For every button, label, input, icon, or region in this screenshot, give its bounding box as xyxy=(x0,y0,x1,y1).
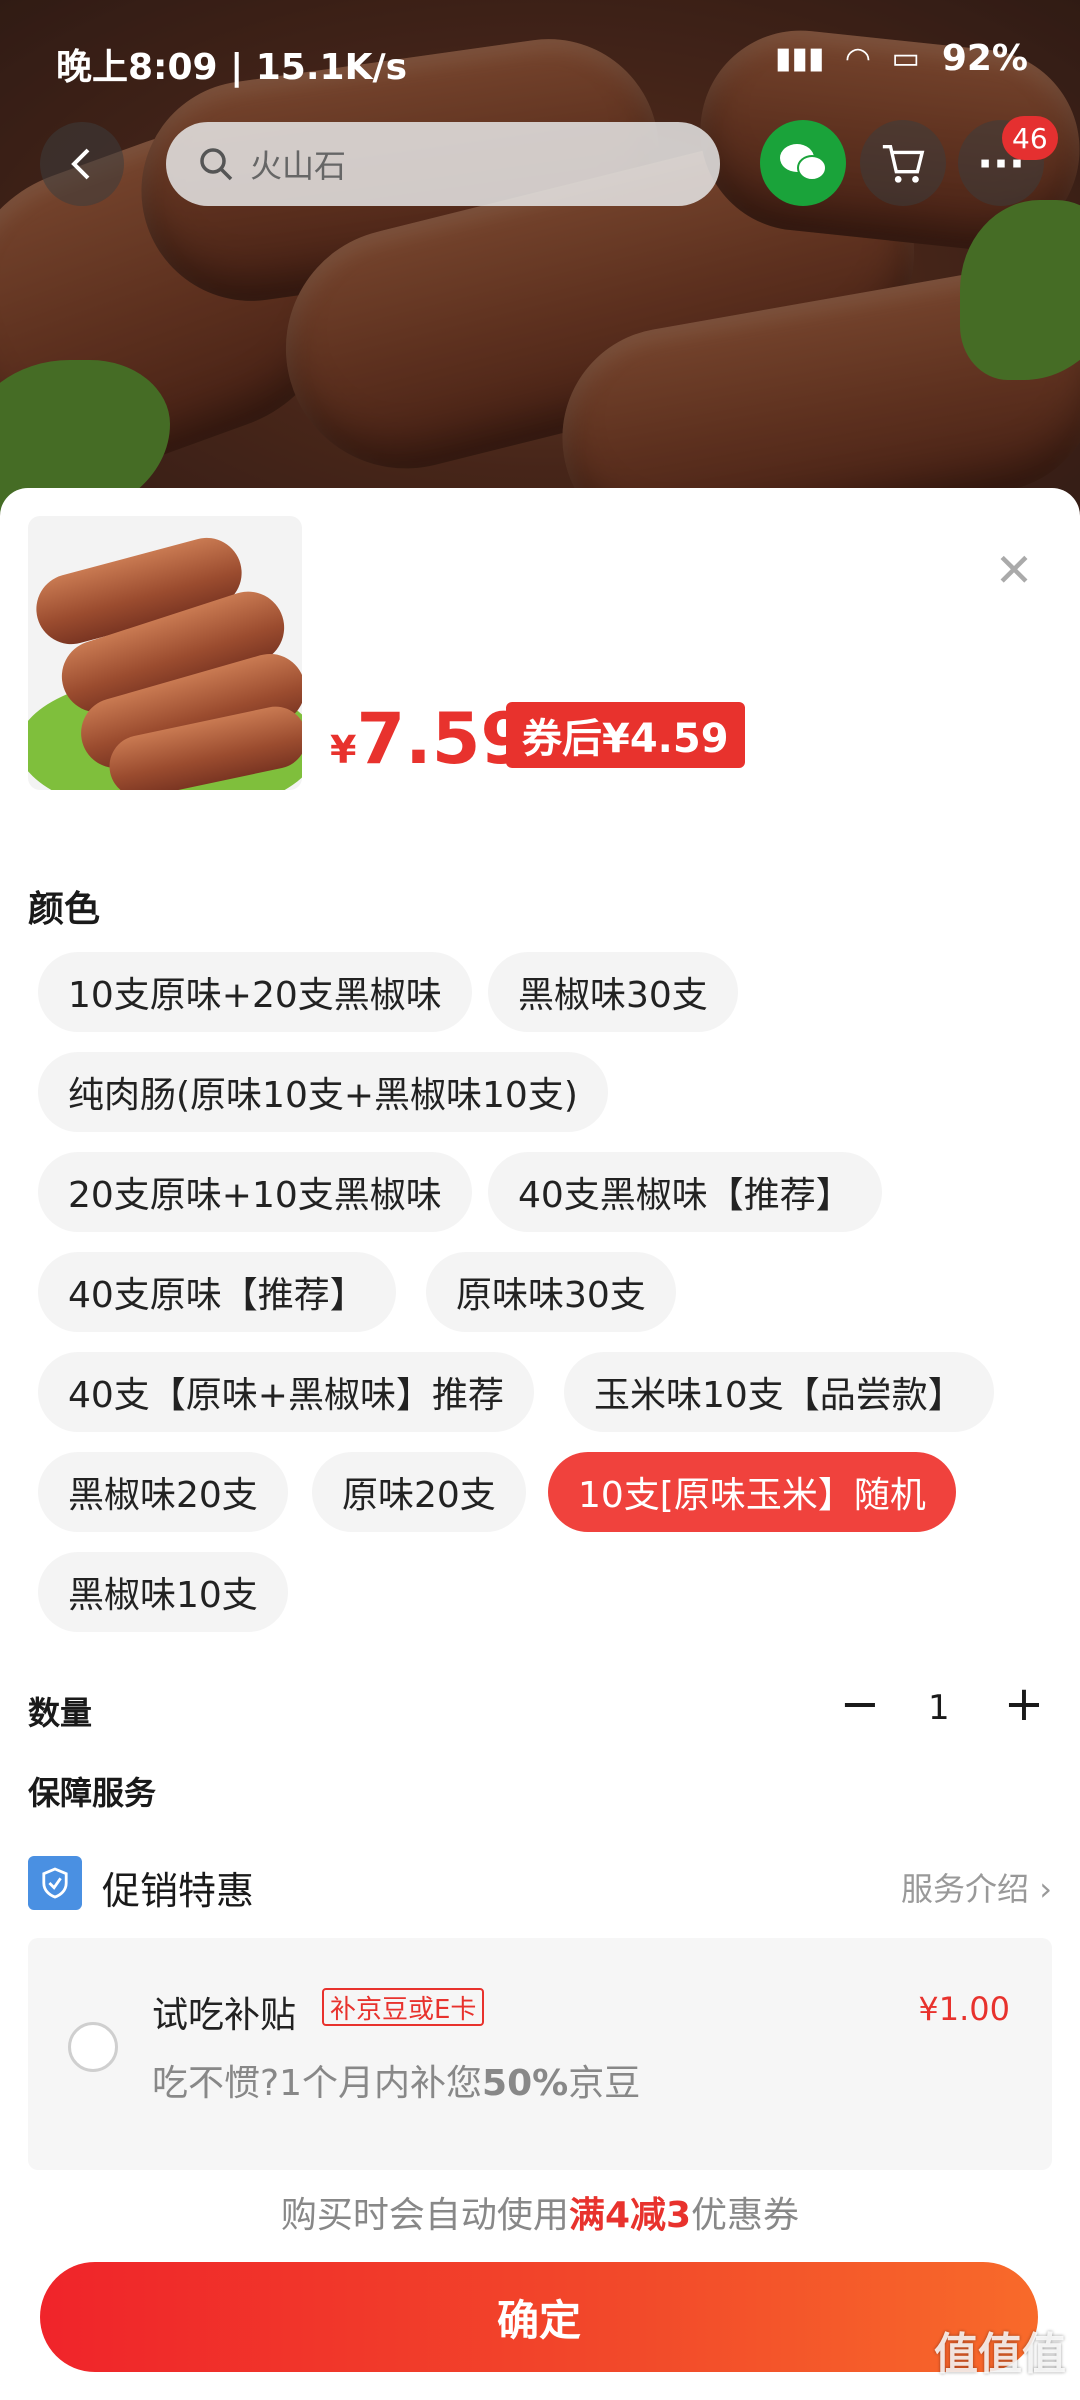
trial-subsidy-desc-prefix: 吃不惯?1个月内补您 xyxy=(152,2063,483,2104)
color-option[interactable]: 10支原味+20支黑椒味 xyxy=(38,952,472,1032)
promo-row[interactable]: 促销特惠 服务介绍 › xyxy=(28,1850,1052,1922)
color-option[interactable]: 黑椒味30支 xyxy=(488,952,738,1032)
wechat-icon xyxy=(780,144,827,181)
close-icon[interactable]: ✕ xyxy=(984,540,1044,600)
color-option-selected[interactable]: 10支[原味玉米】随机 xyxy=(548,1452,956,1532)
quantity-minus-button[interactable]: − xyxy=(830,1674,890,1734)
coupon-price-badge: 券后¥4.59 xyxy=(506,702,745,768)
color-option[interactable]: 纯肉肠(原味10支+黑椒味10支) xyxy=(38,1052,608,1132)
price-value: 7.59 xyxy=(356,698,530,780)
color-option[interactable]: 40支【原味+黑椒味】推荐 xyxy=(38,1352,534,1432)
color-option[interactable]: 原味味30支 xyxy=(426,1252,676,1332)
status-bar: 晚上8:09 | 15.1K/s ▮▮▮ ◠ ▭ 92% xyxy=(0,0,1080,120)
color-option[interactable]: 黑椒味10支 xyxy=(38,1552,288,1632)
color-option[interactable]: 玉米味10支【品尝款】 xyxy=(564,1352,994,1432)
trial-subsidy-desc-bold: 50% xyxy=(482,2063,569,2104)
color-option[interactable]: 40支黑椒味【推荐】 xyxy=(488,1152,882,1232)
message-badge: 46 xyxy=(1002,116,1058,160)
trial-subsidy-price: ¥1.00 xyxy=(918,1990,1010,2028)
service-section-title: 保障服务 xyxy=(28,1774,157,1812)
trial-subsidy-card[interactable]: 试吃补贴 补京豆或E卡 ¥1.00 吃不惯?1个月内补您50%京豆 xyxy=(28,1938,1052,2170)
auto-note-suffix: 优惠券 xyxy=(691,2195,800,2236)
quantity-label: 数量 xyxy=(28,1694,93,1732)
trial-subsidy-tag: 补京豆或E卡 xyxy=(322,1988,485,2026)
quantity-plus-button[interactable]: + xyxy=(994,1674,1054,1734)
color-option[interactable]: 20支原味+10支黑椒味 xyxy=(38,1152,472,1232)
search-text: 火山石 xyxy=(250,147,347,185)
price-currency: ¥ xyxy=(330,728,357,772)
trial-subsidy-desc-suffix: 京豆 xyxy=(568,2063,641,2104)
product-thumbnail xyxy=(28,516,302,790)
back-arrow-icon xyxy=(71,148,90,180)
sku-selector-sheet: ✕ ¥ 7.59 券后¥4.59 颜色 10支原味+20支黑椒味 黑椒味30支 … xyxy=(0,488,1080,2400)
status-time: 晚上8:09 | 15.1K/s xyxy=(56,47,408,88)
battery-percent: 92% xyxy=(941,38,1028,79)
back-button[interactable] xyxy=(40,122,124,206)
shield-icon xyxy=(28,1856,82,1910)
color-option[interactable]: 40支原味【推荐】 xyxy=(38,1252,396,1332)
service-intro-link[interactable]: 服务介绍 › xyxy=(901,1864,1052,1910)
trial-subsidy-desc: 吃不惯?1个月内补您50%京豆 xyxy=(152,2054,640,2106)
wechat-share-button[interactable] xyxy=(760,120,846,206)
chevron-right-icon: › xyxy=(1039,1870,1052,1908)
price: ¥ 7.59 xyxy=(330,698,529,780)
color-section-title: 颜色 xyxy=(28,889,101,930)
quantity-value[interactable]: 1 xyxy=(928,1688,950,1728)
confirm-button[interactable]: 确定 xyxy=(40,2262,1038,2372)
signal-icon: ▮▮▮ xyxy=(774,41,825,76)
watermark-url: zhizhizhi.com xyxy=(926,2372,1062,2396)
search-input[interactable]: 火山石 xyxy=(166,122,720,206)
color-option[interactable]: 黑椒味20支 xyxy=(38,1452,288,1532)
auto-coupon-note: 购买时会自动使用满4减3优惠券 xyxy=(0,2186,1080,2238)
auto-note-prefix: 购买时会自动使用 xyxy=(280,2195,569,2236)
auto-note-highlight: 满4减3 xyxy=(568,2195,692,2236)
service-intro-label: 服务介绍 xyxy=(901,1870,1030,1908)
cart-button[interactable] xyxy=(860,120,946,206)
color-option[interactable]: 原味20支 xyxy=(312,1452,526,1532)
trial-subsidy-radio[interactable] xyxy=(68,2022,118,2072)
cart-icon xyxy=(882,145,925,183)
battery-icon: ▭ xyxy=(891,41,920,76)
promo-title: 促销特惠 xyxy=(102,1869,255,1913)
trial-subsidy-title: 试吃补贴 xyxy=(152,1995,297,2036)
search-icon xyxy=(200,148,233,181)
wifi-icon: ◠ xyxy=(846,41,870,76)
